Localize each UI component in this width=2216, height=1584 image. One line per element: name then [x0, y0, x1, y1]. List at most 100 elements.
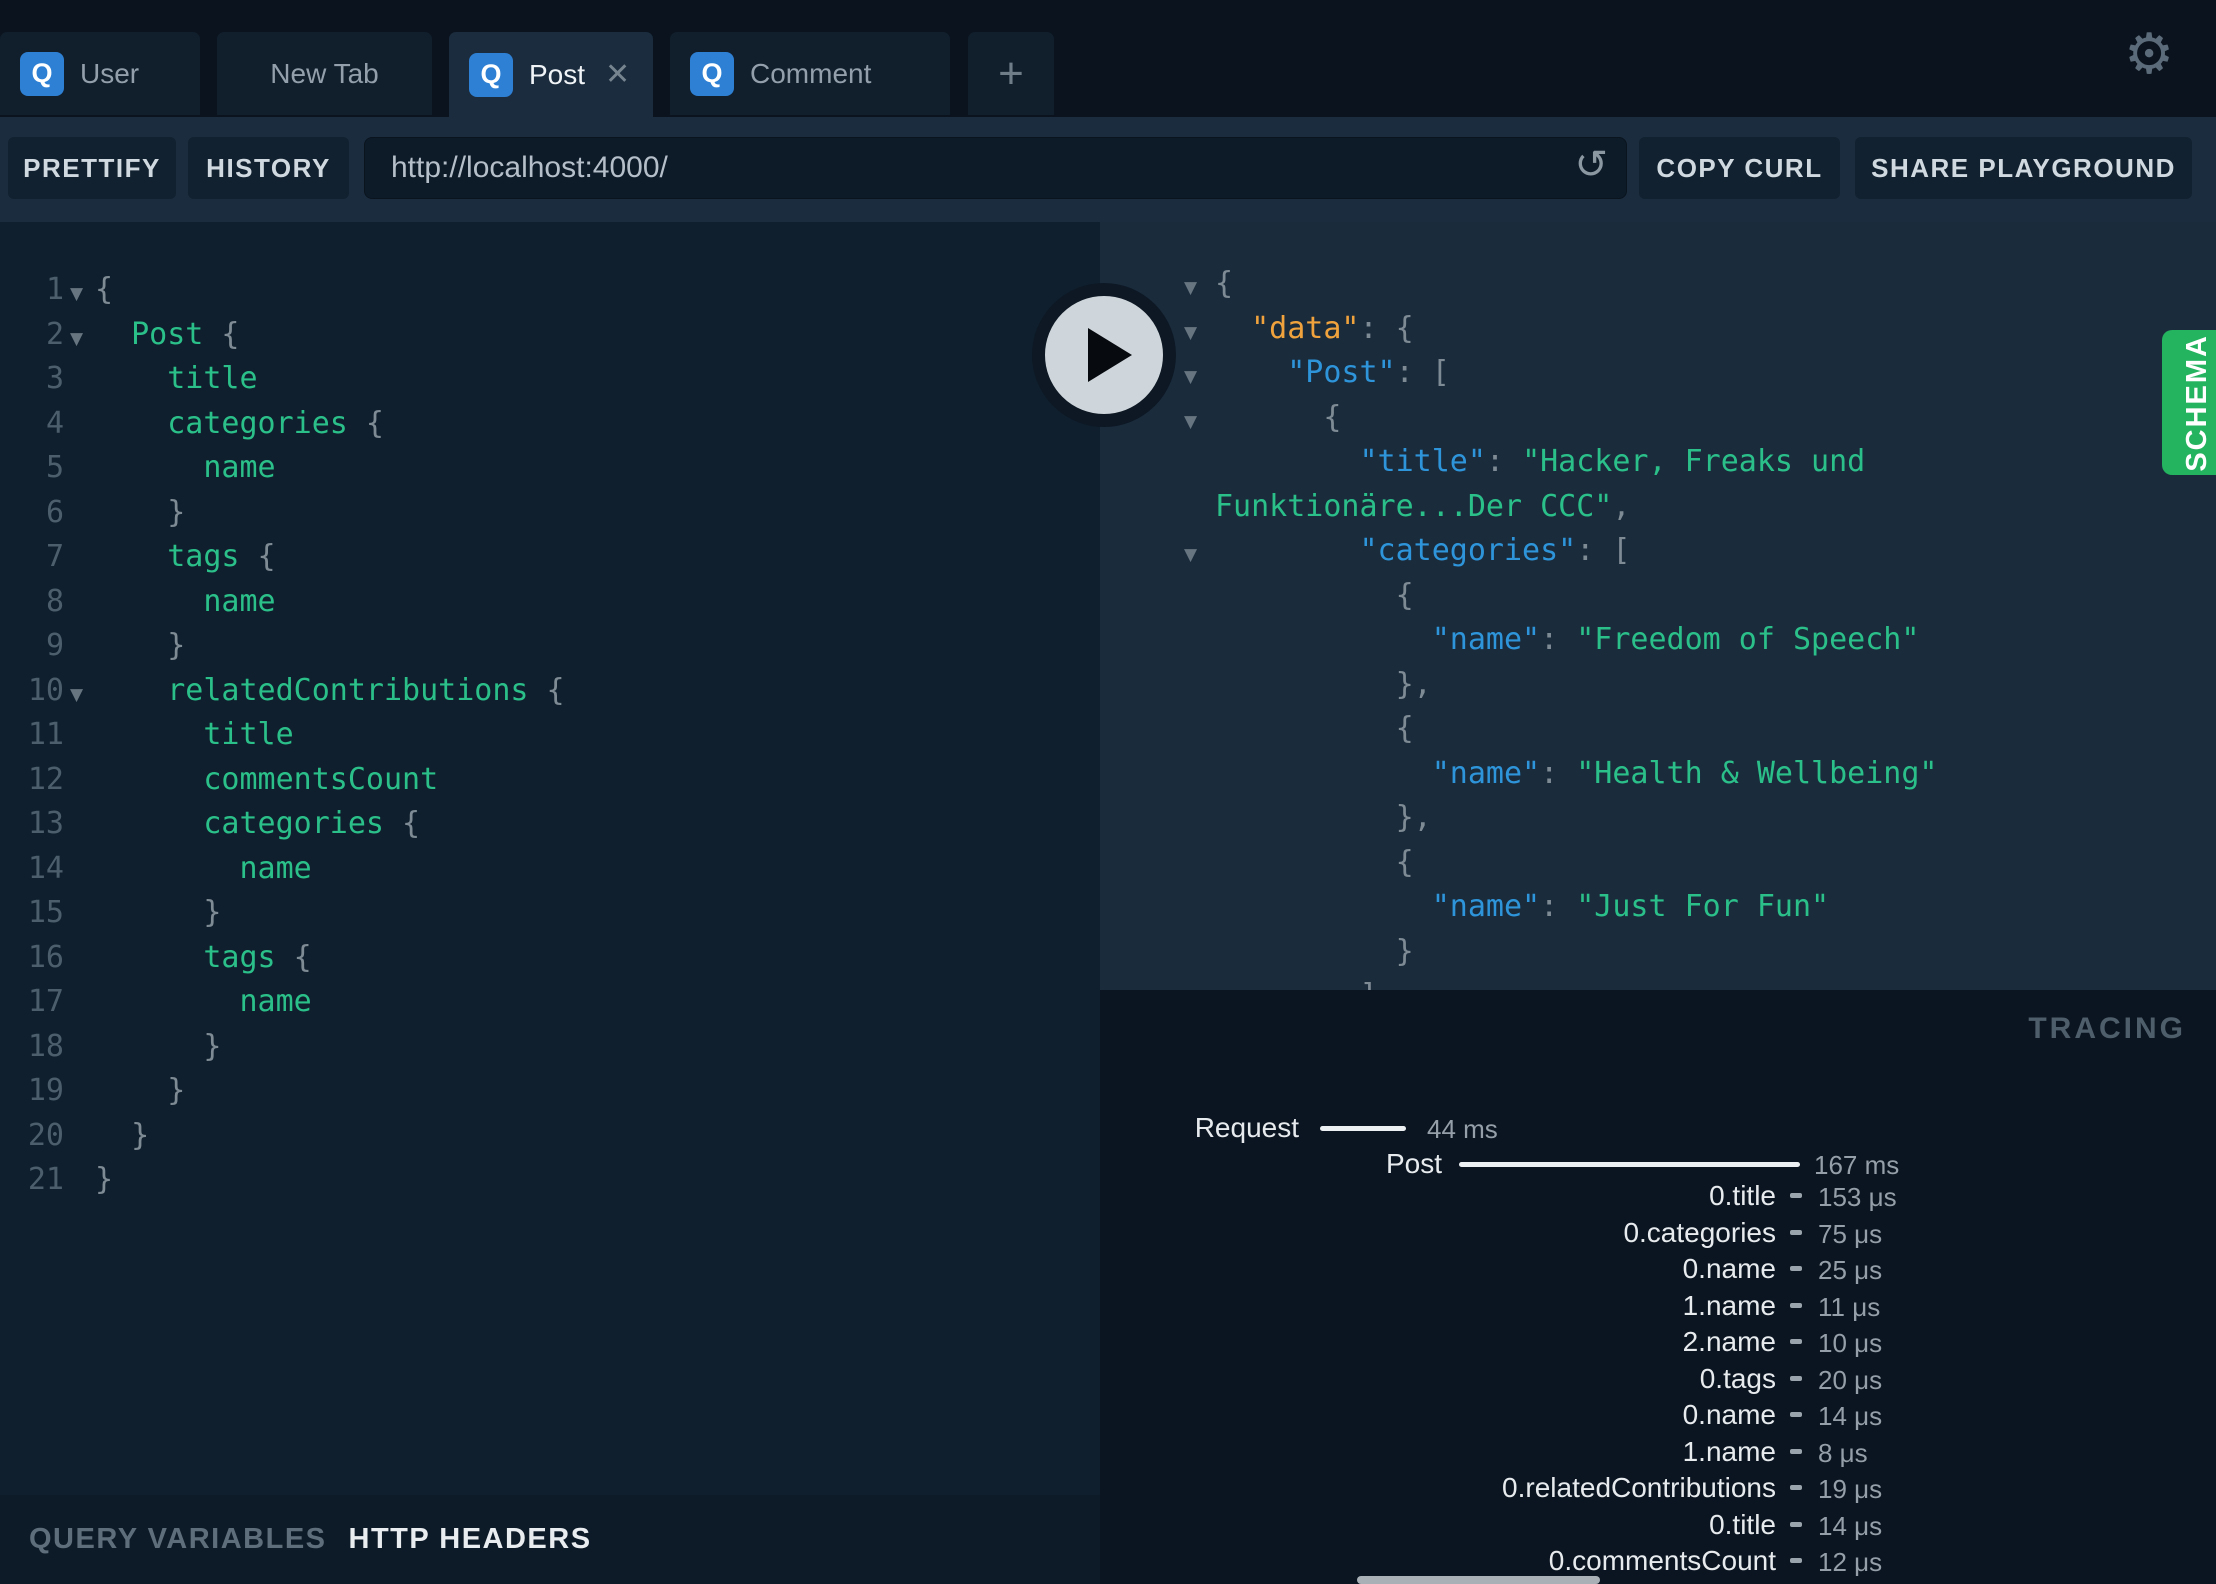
- code-line: ▼ "categories": [: [1100, 529, 2216, 574]
- fold-gutter: [64, 936, 95, 981]
- tab-post[interactable]: Q Post ✕: [449, 32, 653, 117]
- tab-query-variables[interactable]: QUERY VARIABLES: [29, 1523, 327, 1556]
- fold-arrow-icon[interactable]: ▼: [70, 284, 83, 304]
- tracing-field-duration: 8 μs: [1818, 1437, 1868, 1468]
- fold-arrow-icon[interactable]: ▼: [64, 268, 95, 313]
- fold-arrow-icon[interactable]: ▼: [1184, 367, 1197, 387]
- code-line: 5 name: [0, 446, 1100, 491]
- code-token: : [: [1576, 533, 1631, 568]
- fold-arrow-icon[interactable]: ▼: [64, 313, 95, 358]
- code-token: name: [239, 984, 312, 1019]
- line-number: 13: [27, 806, 64, 841]
- code-token: title: [167, 361, 258, 396]
- code-token: {: [528, 672, 565, 708]
- tracing-field-bar: [1790, 1193, 1802, 1198]
- tab-user[interactable]: Q User: [0, 32, 200, 115]
- code-line: 1 ▼ {: [0, 268, 1100, 313]
- fold-gutter: [64, 491, 95, 536]
- query-editor-pane[interactable]: 1 ▼{2 ▼ Post {3 title 4 categories {5 name 6…: [0, 222, 1100, 1495]
- fold-gutter: [1100, 752, 1215, 797]
- fold-arrow-icon[interactable]: ▼: [64, 669, 95, 714]
- tracing-span-label: Request: [1194, 1112, 1299, 1143]
- tracing-field-row: 0.relatedContributions 19 μs: [1100, 1472, 2216, 1508]
- query-type-badge: Q: [690, 51, 734, 96]
- code-line: 19 }: [0, 1069, 1100, 1114]
- settings-gear-icon[interactable]: ⚙: [2124, 22, 2174, 87]
- line-number: 7: [45, 539, 64, 574]
- schema-side-tab[interactable]: SCHEMA: [2162, 330, 2216, 475]
- line-number: 21: [27, 1162, 64, 1197]
- code-token: {: [1395, 577, 1414, 613]
- code-token: ]: [1360, 978, 1378, 990]
- tracing-panel: TRACING Request 44 ms Post 167 ms 0.title 153…: [1100, 990, 2216, 1584]
- fold-arrow-icon[interactable]: ▼: [1184, 323, 1197, 343]
- tracing-field-bar: [1790, 1339, 1802, 1344]
- editor-bottom-bar: QUERY VARIABLES HTTP HEADERS: [0, 1495, 1100, 1584]
- endpoint-url-input[interactable]: http://localhost:4000/ ↺: [364, 137, 1627, 199]
- code-token: }: [167, 494, 186, 530]
- fold-gutter: [1100, 930, 1215, 975]
- fold-arrow-icon[interactable]: ▼: [70, 329, 83, 349]
- tracing-field-duration: 19 μs: [1818, 1474, 1883, 1504]
- code-line: 18 }: [0, 1025, 1100, 1070]
- tracing-field-label: 0.name: [1682, 1253, 1776, 1284]
- code-line: {: [1100, 841, 2216, 886]
- fold-gutter: [64, 446, 95, 491]
- code-line: Funktionäre...Der CCC",: [1100, 485, 2216, 530]
- fold-arrow-icon[interactable]: ▼: [1100, 529, 1215, 574]
- tracing-duration-bar: [1320, 1126, 1406, 1131]
- fold-gutter: [1100, 440, 1215, 485]
- tab-label: Post: [529, 58, 586, 90]
- line-number: 3: [45, 361, 64, 396]
- code-token: name: [203, 450, 276, 485]
- tracing-duration-bar: [1459, 1162, 1800, 1167]
- query-code[interactable]: 1 ▼{2 ▼ Post {3 title 4 categories {5 name 6…: [0, 222, 1100, 1203]
- fold-arrow-icon[interactable]: ▼: [1184, 412, 1197, 432]
- code-token: "title": [1359, 444, 1486, 479]
- tracing-field-bar: [1790, 1485, 1802, 1490]
- tracing-field-row: 0.categories 75 μs: [1100, 1217, 2216, 1253]
- tracing-field-row: 1.name 11 μs: [1100, 1290, 2216, 1326]
- fold-gutter: [64, 357, 95, 402]
- share-playground-button[interactable]: SHARE PLAYGROUND: [1855, 137, 2192, 199]
- tab-label: Comment: [750, 57, 872, 89]
- tracing-field-row: 0.title 14 μs: [1100, 1509, 2216, 1545]
- fold-arrow-icon[interactable]: ▼: [1184, 545, 1197, 565]
- copy-curl-button[interactable]: COPY CURL: [1639, 137, 1840, 199]
- tracing-field-duration: 11 μs: [1818, 1291, 1881, 1322]
- prettify-button[interactable]: PRETTIFY: [8, 137, 176, 199]
- code-token: "data": [1251, 310, 1360, 346]
- code-line: 7 tags {: [0, 535, 1100, 580]
- execute-query-button[interactable]: [1032, 283, 1176, 427]
- code-line: },: [1100, 663, 2216, 708]
- close-tab-icon[interactable]: ✕: [605, 59, 630, 90]
- fold-gutter: [1100, 974, 1215, 990]
- fold-arrow-icon[interactable]: ▼: [1184, 278, 1197, 298]
- code-token: }: [167, 1073, 186, 1108]
- tab-http-headers[interactable]: HTTP HEADERS: [349, 1523, 592, 1556]
- tracing-field-duration: 153 μs: [1818, 1182, 1897, 1212]
- tab-comment[interactable]: Q Comment: [670, 32, 950, 115]
- tracing-field-label: 1.name: [1682, 1289, 1776, 1321]
- code-line: 17 name: [0, 980, 1100, 1025]
- code-token: "Just For Fun": [1576, 889, 1830, 924]
- code-token: tags: [167, 539, 240, 574]
- tracing-field-duration: 14 μs: [1818, 1510, 1883, 1541]
- tracing-span-label: Post: [1385, 1148, 1442, 1179]
- reload-schema-icon[interactable]: ↺: [1574, 142, 1608, 188]
- new-tab-plus-button[interactable]: +: [968, 32, 1054, 115]
- fold-arrow-icon[interactable]: ▼: [70, 685, 83, 705]
- code-token: "categories": [1359, 533, 1577, 568]
- fold-gutter: [64, 847, 95, 892]
- code-line: 13 categories {: [0, 802, 1100, 847]
- fold-gutter: [64, 1158, 95, 1203]
- code-token: : [: [1395, 355, 1450, 390]
- code-line: 9 }: [0, 624, 1100, 669]
- tracing-field-label: 0.commentsCount: [1548, 1545, 1776, 1576]
- code-token: {: [1215, 266, 1234, 301]
- tracing-span-row: Request 44 ms: [1100, 1112, 2216, 1148]
- fold-gutter: [64, 1069, 95, 1114]
- line-number: 18: [27, 1028, 64, 1064]
- tab-new-tab[interactable]: New Tab: [217, 32, 432, 115]
- history-button[interactable]: HISTORY: [188, 137, 349, 199]
